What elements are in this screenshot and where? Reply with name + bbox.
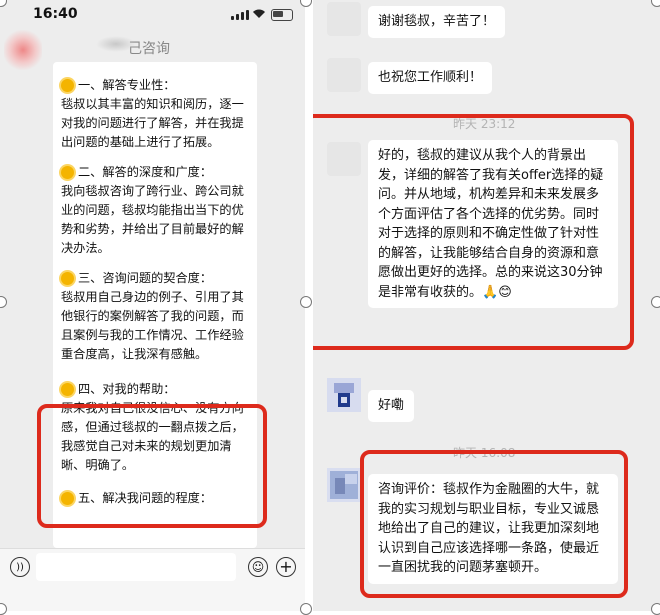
status-bar: 16:40 — [0, 0, 305, 28]
section-heading: 四、对我的帮助： — [78, 382, 176, 396]
section-3: 三、咨询问题的契合度： 毯叔用自己身边的例子、引用了其他银行的案例解答了我的问题… — [61, 269, 249, 364]
status-time: 16:40 — [33, 6, 78, 22]
sun-emoji-icon — [61, 166, 74, 179]
highlight-box-help — [37, 404, 267, 528]
emoji-icon[interactable]: ☺ — [248, 557, 268, 577]
avatar — [327, 2, 361, 36]
sun-emoji-icon — [61, 79, 74, 92]
right-chat-panel: 谢谢毯叔，辛苦了！ 也祝您工作顺利！ 昨天 23:12 好的，毯叔的建议从我个人… — [313, 0, 660, 611]
message-text: 好嘞 — [378, 398, 405, 413]
avatar — [4, 30, 42, 70]
section-body: 我向毯叔咨询了跨行业、跨公司就业的问题，毯叔均能指出当下的优势和劣势，并给出了目… — [61, 184, 244, 255]
avatar — [327, 468, 361, 502]
resize-handle[interactable] — [651, 603, 660, 615]
resize-handle[interactable] — [300, 296, 312, 308]
highlight-box-review-1 — [313, 114, 634, 350]
message-input[interactable] — [36, 553, 236, 581]
section-body: 毯叔用自己身边的例子、引用了其他银行的案例解答了我的问题，而且案例与我的工作情况… — [61, 290, 244, 361]
message-text: 谢谢毯叔，辛苦了！ — [378, 14, 496, 29]
wifi-icon — [253, 9, 265, 18]
signal-icon — [231, 10, 249, 20]
resize-handle[interactable] — [651, 296, 660, 308]
battery-icon — [271, 9, 293, 21]
left-chat-panel: 16:40 ‹ 己咨询 一、解答专业性： 毯叔以其丰富的知识和阅历，逐一对我的问… — [0, 0, 305, 611]
highlight-box-review-2 — [360, 450, 628, 598]
message-bubble: 谢谢毯叔，辛苦了！ — [368, 6, 506, 38]
voice-icon[interactable]: )) — [10, 557, 30, 577]
chat-header: ‹ 己咨询 — [0, 28, 305, 62]
avatar — [327, 58, 361, 92]
resize-handle[interactable] — [0, 603, 7, 615]
message-bubble: 也祝您工作顺利！ — [368, 62, 493, 94]
section-heading: 三、咨询问题的契合度： — [78, 271, 213, 285]
section-2: 二、解答的深度和广度： 我向毯叔咨询了跨行业、跨公司就业的问题，毯叔均能指出当下… — [61, 163, 249, 258]
plus-icon[interactable]: + — [276, 557, 296, 577]
resize-handle[interactable] — [300, 603, 312, 615]
message-bubble: 好嘞 — [368, 390, 415, 422]
sun-emoji-icon — [61, 272, 74, 285]
section-body: 毯叔以其丰富的知识和阅历，逐一对我的问题进行了解答，并在我提出问题的基础上进行了… — [61, 97, 244, 149]
avatar — [327, 378, 361, 412]
blurred-name — [96, 36, 136, 52]
sun-emoji-icon — [61, 383, 74, 396]
section-1: 一、解答专业性： 毯叔以其丰富的知识和阅历，逐一对我的问题进行了解答，并在我提出… — [61, 76, 249, 152]
section-heading: 一、解答专业性： — [78, 78, 176, 92]
section-heading: 二、解答的深度和广度： — [78, 165, 213, 179]
screenshot-collage: 16:40 ‹ 己咨询 一、解答专业性： 毯叔以其丰富的知识和阅历，逐一对我的问… — [0, 0, 660, 615]
message-text: 也祝您工作顺利！ — [378, 70, 483, 85]
chat-input-bar: )) ☺ + — [0, 548, 305, 611]
